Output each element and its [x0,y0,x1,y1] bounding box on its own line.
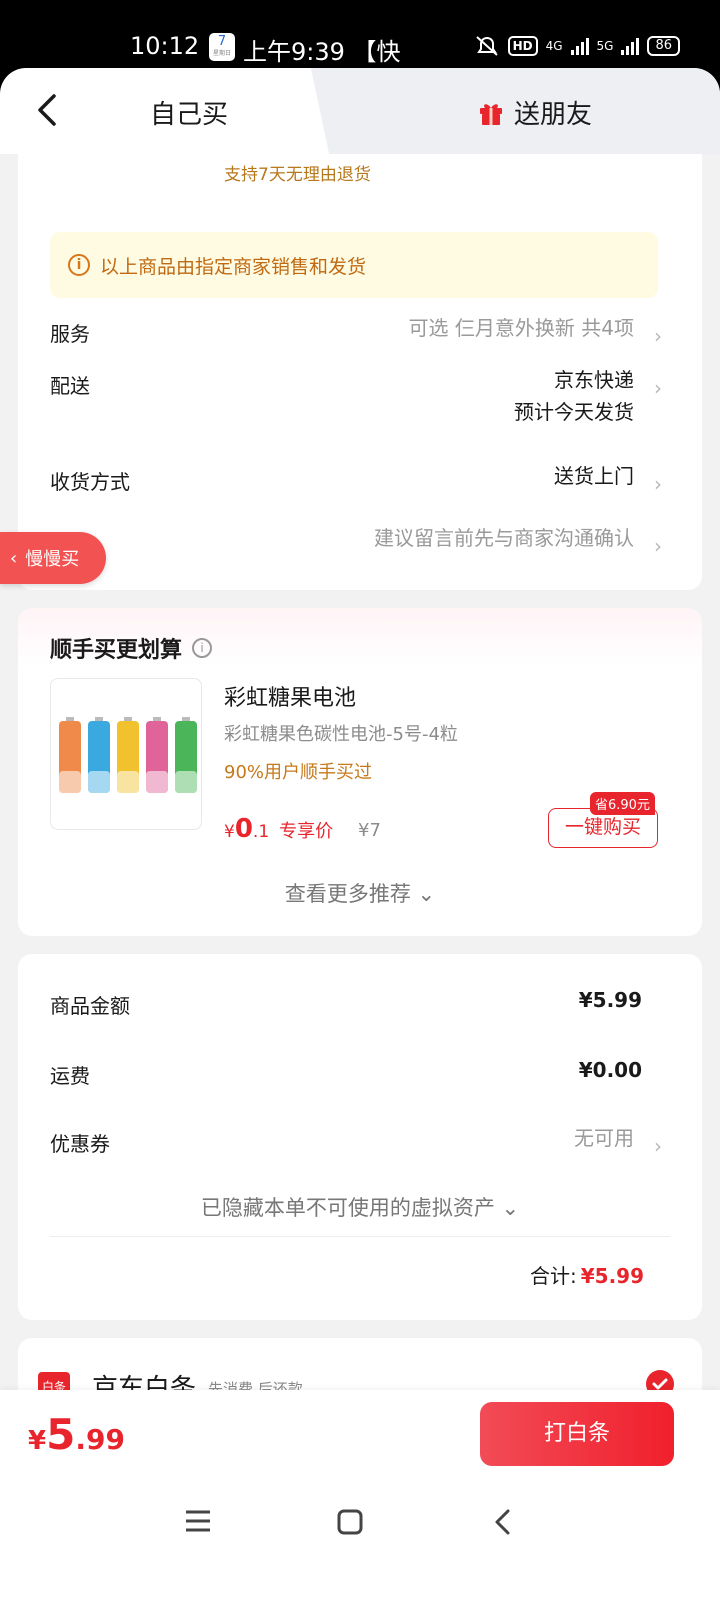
coupon-value: 无可用 [574,1126,634,1150]
signal-icon [621,37,640,55]
shipping-value: ¥0.00 [578,1058,642,1082]
gift-icon [480,103,502,125]
purchase-mode-tabs: 自己买 送朋友 [0,68,720,154]
chevron-right-icon: › [654,1134,662,1158]
recommend-title: 顺手买更划算 i [50,632,213,664]
chevron-right-icon: › [654,324,662,348]
batteries-image [59,717,197,793]
original-price: ¥7 [358,820,381,841]
save-badge: 省6.90元 [590,792,655,815]
signal-icon [570,37,589,55]
tab-send-friend[interactable]: 送朋友 [478,94,592,131]
receive-method-value: 送货上门 [554,464,634,488]
battery-band [175,771,197,793]
seller-notice-text: 以上商品由指定商家销售和发货 [100,255,367,278]
chevron-right-icon: › [654,376,662,400]
network-5g-label: 5G [596,39,614,53]
battery-band [117,771,139,793]
seller-notice: i 以上商品由指定商家销售和发货 [50,232,658,298]
returns-policy: 支持7天无理由退货 [224,165,371,185]
pay-total: ¥5.99 [28,1410,125,1459]
coupon-label: 优惠券 [50,1132,110,1156]
hd-icon: HD [507,36,538,56]
product-subtitle: 彩虹糖果色碳性电池-5号-4粒 [224,724,458,745]
product-image[interactable] [50,678,202,830]
chevron-down-icon: ⌄ [501,1196,520,1220]
service-label: 服务 [50,322,90,346]
battery-icon: 86 [647,36,680,56]
calendar-icon: 7 星期日 [209,33,235,61]
chevron-down-icon: ⌄ [417,882,436,906]
order-total: 合计: ¥5.99 [529,1264,644,1288]
battery-band [59,771,81,793]
status-time: 10:12 [130,32,200,60]
home-icon[interactable] [336,1508,364,1536]
info-icon: i [68,254,90,276]
slow-buy-label: 慢慢买 [25,549,80,570]
order-info-card: 支持7天无理由退货 i 以上商品由指定商家销售和发货 服务 可选 仨月意外换新 … [18,154,702,590]
pay-button[interactable]: 打白条 [480,1402,674,1466]
tab-gift-label: 送朋友 [514,100,593,130]
status-icons: HD 4G 5G 86 [474,34,680,58]
recommend-card: 顺手买更划算 i 彩虹糖果电池 彩虹糖果色碳性电池-5号-4粒 90%用户顺手买… [18,608,702,936]
product-tag: 90%用户顺手买过 [224,762,373,783]
goods-amount-value: ¥5.99 [578,988,642,1012]
delivery-value: 京东快递 预计今天发货 [514,368,634,424]
product-name[interactable]: 彩虹糖果电池 [224,680,356,712]
status-notification: 上午9:39 【快 [243,38,401,66]
price-summary-card: 商品金额 ¥5.99 运费 ¥0.00 优惠券 无可用 › 已隐藏本单不可使用的… [18,954,702,1320]
message-placeholder: 建议留言前先与商家沟通确认 [374,526,634,550]
product-price: ¥0.1 专享价 [224,814,334,844]
back-nav-icon[interactable] [490,1508,518,1536]
info-icon[interactable]: i [192,638,213,658]
menu-icon[interactable] [184,1508,212,1534]
battery-band [88,771,110,793]
chevron-right-icon: › [654,534,662,558]
checkout-bar: ¥5.99 打白条 [0,1390,720,1480]
more-recommend-button[interactable]: 查看更多推荐 ⌄ [18,878,702,908]
service-value: 可选 仨月意外换新 共4项 [408,316,634,340]
shipping-label: 运费 [50,1064,90,1088]
divider [50,1236,670,1237]
delivery-label: 配送 [50,374,90,398]
slow-buy-button[interactable]: ‹ 慢慢买 [0,532,106,584]
goods-amount-label: 商品金额 [50,994,130,1018]
chevron-left-icon: ‹ [10,547,18,569]
system-nav-bar [0,1480,720,1600]
back-icon[interactable] [30,88,70,132]
chevron-right-icon: › [654,472,662,496]
hidden-assets-toggle[interactable]: 已隐藏本单不可使用的虚拟资产 ⌄ [18,1192,702,1222]
tab-self-buy[interactable]: 自己买 [150,94,228,131]
receive-method-label: 收货方式 [50,470,130,494]
network-4g-label: 4G [545,39,563,53]
mute-icon [475,36,498,56]
battery-band [146,771,168,793]
